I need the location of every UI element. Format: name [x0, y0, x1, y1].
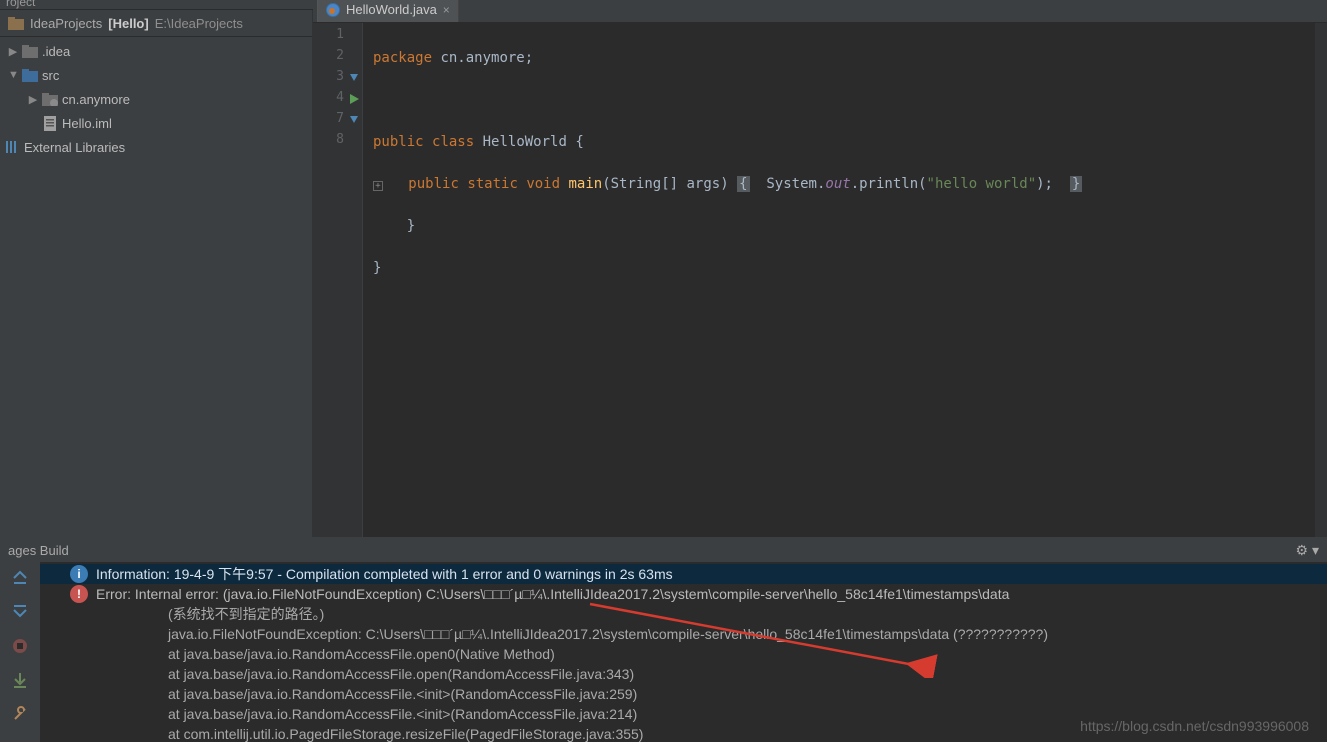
- editor-tabs: HelloWorld.java ×: [313, 0, 1327, 23]
- messages-header: ages Build ⚙ ▾: [0, 538, 1327, 562]
- code-text: {: [567, 134, 584, 150]
- keyword: static: [467, 176, 518, 192]
- tree-label: .idea: [42, 44, 70, 59]
- code-text: }: [373, 218, 415, 234]
- stack-trace-line[interactable]: java.io.FileNotFoundException: C:\Users\…: [40, 624, 1327, 644]
- package-icon: [42, 91, 58, 107]
- stack-trace-line[interactable]: at java.base/java.io.RandomAccessFile.op…: [40, 644, 1327, 664]
- message-info[interactable]: i Information: 19-4-9 下午9:57 - Compilati…: [40, 564, 1327, 584]
- blank-line: [373, 90, 1317, 111]
- code-content[interactable]: package cn.anymore; public class HelloWo…: [363, 23, 1327, 537]
- keyword: public: [408, 176, 459, 192]
- info-icon: i: [70, 565, 88, 583]
- code-editor[interactable]: 1 2 3 4 7 8 package cn.anymore; public c…: [313, 23, 1327, 537]
- java-class-icon: [326, 3, 340, 17]
- message-text: Information: 19-4-9 下午9:57 - Compilation…: [96, 564, 673, 584]
- stack-trace-line[interactable]: at java.base/java.io.RandomAccessFile.<i…: [40, 684, 1327, 704]
- code-text: [474, 134, 482, 150]
- gear-icon[interactable]: ⚙ ▾: [1296, 542, 1319, 559]
- line-number: 1: [313, 27, 362, 48]
- tree-label: Hello.iml: [62, 116, 112, 131]
- code-text: .println(: [851, 176, 927, 192]
- breadcrumb-root: IdeaProjects: [30, 16, 102, 31]
- error-icon: !: [70, 585, 88, 603]
- run-icon[interactable]: [348, 93, 360, 105]
- stack-trace-line[interactable]: at java.base/java.io.RandomAccessFile.op…: [40, 664, 1327, 684]
- breadcrumb: IdeaProjects [Hello] E:\IdeaProjects: [0, 10, 312, 37]
- stop-icon[interactable]: [10, 636, 30, 656]
- line-number: 2: [313, 48, 362, 69]
- keyword: void: [526, 176, 560, 192]
- libraries-icon: [4, 139, 20, 155]
- tab-label: HelloWorld.java: [346, 2, 437, 17]
- string-literal: "hello world": [927, 176, 1037, 192]
- chevron-right-icon[interactable]: ▶: [8, 45, 18, 58]
- folder-icon: [22, 43, 38, 59]
- code-text: System.: [766, 176, 825, 192]
- gutter: 1 2 3 4 7 8: [313, 23, 363, 537]
- error-stripe[interactable]: [1315, 23, 1327, 537]
- messages-toolbar: [0, 562, 40, 742]
- structure-down-icon[interactable]: [348, 72, 360, 84]
- line-number: 7: [313, 111, 362, 132]
- message-text: (系统找不到指定的路径。): [40, 604, 1327, 624]
- method-name: main: [568, 176, 602, 192]
- chevron-right-icon[interactable]: ▶: [28, 93, 38, 106]
- line-number: 3: [313, 69, 362, 90]
- tree-item-idea[interactable]: ▶ .idea: [0, 39, 312, 63]
- code-text: {: [737, 176, 749, 192]
- code-text: }: [373, 260, 381, 276]
- export-down-icon[interactable]: [10, 670, 30, 690]
- file-icon: [42, 115, 58, 131]
- code-text: );: [1036, 176, 1053, 192]
- line-number: 4: [313, 90, 362, 111]
- tree-label: src: [42, 68, 59, 83]
- code-text: [424, 134, 432, 150]
- fold-plus-icon[interactable]: +: [373, 181, 383, 191]
- field: out: [825, 176, 850, 192]
- keyword: public: [373, 134, 424, 150]
- source-folder-icon: [22, 67, 38, 83]
- tab-helloworld[interactable]: HelloWorld.java ×: [317, 0, 459, 22]
- tree-label: External Libraries: [24, 140, 125, 155]
- collapse-up-icon[interactable]: [10, 568, 30, 588]
- code-text: [383, 176, 408, 192]
- keyword: class: [432, 134, 474, 150]
- message-text: Error: Internal error: (java.io.FileNotF…: [96, 584, 1009, 604]
- project-folder-icon: [8, 16, 24, 30]
- panel-title: ages Build: [8, 543, 69, 558]
- tree-item-external-libraries[interactable]: External Libraries: [0, 135, 312, 159]
- breadcrumb-project: [Hello]: [108, 16, 148, 31]
- tree-item-iml[interactable]: Hello.iml: [0, 111, 312, 135]
- tree-item-package[interactable]: ▶ cn.anymore: [0, 87, 312, 111]
- tree-label: cn.anymore: [62, 92, 130, 107]
- messages-list[interactable]: i Information: 19-4-9 下午9:57 - Compilati…: [40, 562, 1327, 742]
- keyword: package: [373, 50, 432, 66]
- chevron-down-icon[interactable]: ▼: [8, 69, 18, 81]
- wrench-icon[interactable]: [10, 704, 30, 724]
- code-text: (String[] args): [602, 176, 728, 192]
- blank-line: [373, 300, 1317, 321]
- toolbar-label: roject: [6, 0, 35, 9]
- class-name: HelloWorld: [483, 134, 567, 150]
- close-icon[interactable]: ×: [443, 3, 450, 17]
- code-text: cn.anymore;: [432, 50, 533, 66]
- project-tree[interactable]: ▶ .idea ▼ src ▶: [0, 37, 312, 537]
- structure-down-icon[interactable]: [348, 114, 360, 126]
- expand-down-icon[interactable]: [10, 602, 30, 622]
- watermark: https://blog.csdn.net/csdn993996008: [1080, 716, 1309, 736]
- tree-item-src[interactable]: ▼ src: [0, 63, 312, 87]
- message-error[interactable]: ! Error: Internal error: (java.io.FileNo…: [40, 584, 1327, 604]
- breadcrumb-path: E:\IdeaProjects: [155, 16, 243, 31]
- code-text: }: [1070, 176, 1082, 192]
- line-number: 8: [313, 132, 362, 153]
